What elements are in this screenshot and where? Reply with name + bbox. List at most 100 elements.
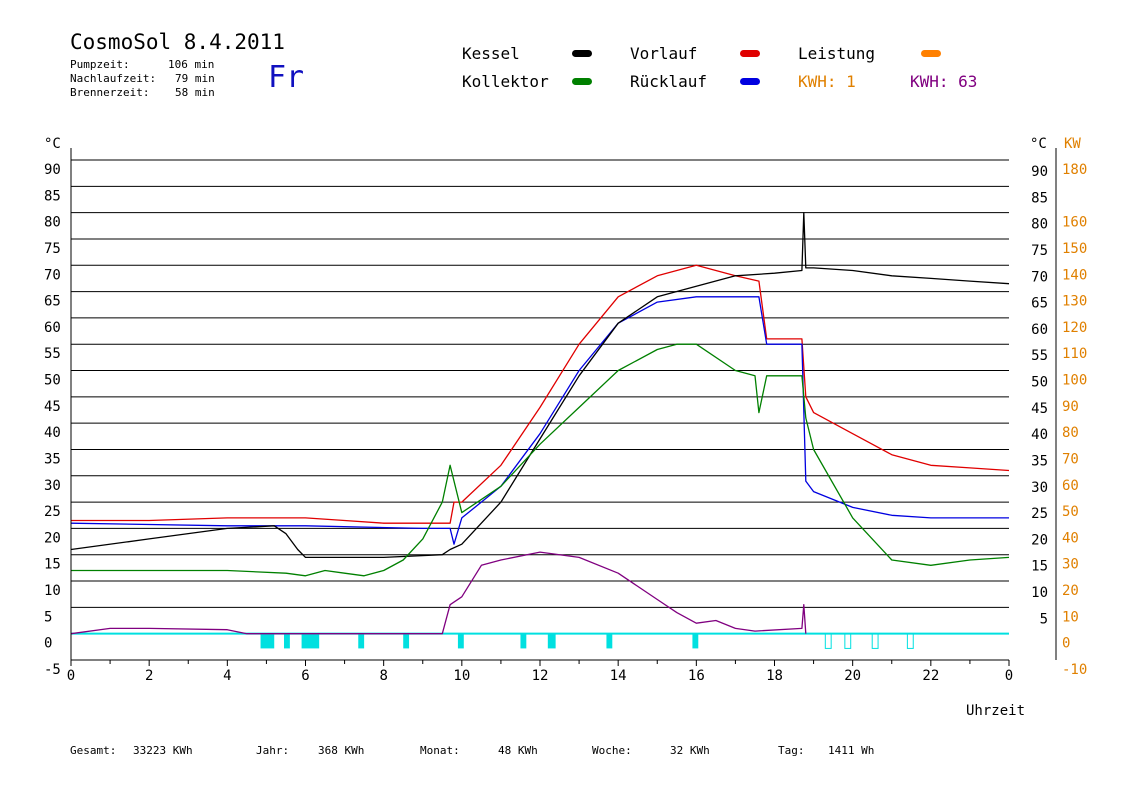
y-tick-label-left: 85 bbox=[44, 188, 61, 204]
y-tick-label-left: 5 bbox=[44, 609, 52, 625]
x-tick-label: 22 bbox=[922, 668, 939, 684]
y-tick-label-left: 55 bbox=[44, 346, 61, 362]
y-tick-label-right-temp: 20 bbox=[1031, 532, 1048, 548]
x-tick-label: 16 bbox=[688, 668, 705, 684]
y-tick-label-right-power: 60 bbox=[1062, 478, 1079, 494]
burner-period-bar bbox=[547, 633, 556, 649]
y-tick-label-right-power: 0 bbox=[1062, 636, 1070, 652]
y-tick-label-right-power: 80 bbox=[1062, 425, 1079, 441]
y-tick-label-left: 80 bbox=[44, 215, 61, 231]
y-tick-label-right-temp: 70 bbox=[1031, 269, 1048, 285]
temperature-chart: 0 2 4 6 8 10 12 14 16 18 20 22 090858075706560555045… bbox=[44, 136, 1087, 719]
y-tick-label-left: 20 bbox=[44, 530, 61, 546]
x-tick-label: 6 bbox=[301, 668, 309, 684]
footer-tag-label: Tag: bbox=[778, 744, 805, 757]
y-tick-label-right-power: 50 bbox=[1062, 504, 1079, 520]
y-tick-label-right-temp: 40 bbox=[1031, 427, 1048, 443]
y-tick-label-right-power: 40 bbox=[1062, 530, 1079, 546]
pump-period-bar bbox=[844, 633, 852, 649]
y-tick-label-right-temp: 75 bbox=[1031, 243, 1048, 259]
y-tick-label-right-temp: 80 bbox=[1031, 217, 1048, 233]
y-tick-label-right-power: 20 bbox=[1062, 583, 1079, 599]
y-tick-label-right-power: 160 bbox=[1062, 215, 1087, 231]
y-tick-label-left: 65 bbox=[44, 294, 61, 310]
y-tick-label-right-power: 90 bbox=[1062, 399, 1079, 415]
y-tick-label-right-power: 130 bbox=[1062, 294, 1087, 310]
x-axis-label: Uhrzeit bbox=[966, 703, 1025, 719]
footer-gesamt-label: Gesamt: bbox=[70, 744, 117, 757]
y-tick-label-right-power: 110 bbox=[1062, 346, 1087, 362]
pump-period-bar bbox=[906, 633, 914, 649]
x-tick-label: 4 bbox=[223, 668, 231, 684]
y-tick-label-right-temp: 50 bbox=[1031, 375, 1048, 391]
y-tick-label-left: 10 bbox=[44, 583, 61, 599]
y-unit-right-temp: °C bbox=[1030, 136, 1047, 152]
y-tick-label-right-power: 120 bbox=[1062, 320, 1087, 336]
y-tick-label-right-power: 140 bbox=[1062, 267, 1087, 283]
y-tick-label-left: 35 bbox=[44, 451, 61, 467]
y-unit-right-power: KW bbox=[1064, 136, 1081, 152]
y-tick-label-left: 30 bbox=[44, 478, 61, 494]
pump-period-bar bbox=[824, 633, 832, 649]
x-tick-label: 0 bbox=[1005, 668, 1013, 684]
period-bars bbox=[71, 632, 1009, 649]
y-tick-label-right-temp: 30 bbox=[1031, 480, 1048, 496]
axis-labels: 0 2 4 6 8 10 12 14 16 18 20 22 090858075706560555045… bbox=[44, 136, 1087, 719]
y-tick-label-left: 50 bbox=[44, 373, 61, 389]
y-tick-label-right-power: 30 bbox=[1062, 557, 1079, 573]
series-line-leistung bbox=[70, 551, 807, 635]
y-tick-label-right-power: 70 bbox=[1062, 451, 1079, 467]
series-line-vorlauf bbox=[71, 264, 1010, 524]
y-tick-label-right-temp: 15 bbox=[1031, 559, 1048, 575]
y-tick-label-right-temp: 65 bbox=[1031, 296, 1048, 312]
y-tick-label-left: 25 bbox=[44, 504, 61, 520]
footer-jahr-label: Jahr: bbox=[256, 744, 290, 757]
y-tick-label-left: 75 bbox=[44, 241, 61, 257]
burner-period-bar bbox=[284, 633, 290, 649]
x-tick-label: 8 bbox=[379, 668, 387, 684]
y-tick-label-left: 0 bbox=[44, 636, 52, 652]
y-tick-label-right-temp: 90 bbox=[1031, 164, 1048, 180]
burner-period-bar bbox=[260, 633, 275, 649]
y-tick-label-right-power: 100 bbox=[1062, 373, 1087, 389]
y-tick-label-right-temp: 25 bbox=[1031, 506, 1048, 522]
y-tick-label-left: -5 bbox=[44, 662, 61, 678]
x-tick-label: 0 bbox=[67, 668, 75, 684]
y-tick-label-right-temp: 35 bbox=[1031, 453, 1048, 469]
axes bbox=[70, 148, 1057, 666]
footer-gesamt-value: 33223 KWh bbox=[133, 744, 193, 757]
y-tick-label-right-power: 180 bbox=[1062, 162, 1087, 178]
burner-period-bar bbox=[606, 633, 613, 649]
pump-period-bar bbox=[871, 633, 879, 649]
burner-period-bar bbox=[520, 633, 527, 649]
burner-period-bar bbox=[457, 633, 464, 649]
series-line-kessel bbox=[70, 211, 1010, 559]
burner-period-bar bbox=[358, 633, 365, 649]
y-tick-label-right-power: 150 bbox=[1062, 241, 1087, 257]
footer-woche-label: Woche: bbox=[592, 744, 632, 757]
burner-period-bar bbox=[692, 633, 699, 649]
x-tick-label: 18 bbox=[766, 668, 783, 684]
footer-tag-value: 1411 Wh bbox=[828, 744, 875, 757]
x-tick-label: 14 bbox=[610, 668, 627, 684]
x-tick-label: 12 bbox=[532, 668, 549, 684]
y-tick-label-right-power: 10 bbox=[1062, 609, 1079, 625]
y-tick-label-right-temp: 85 bbox=[1031, 190, 1048, 206]
burner-period-bar bbox=[403, 633, 410, 649]
x-tick-label: 10 bbox=[453, 668, 470, 684]
x-tick-label: 20 bbox=[844, 668, 861, 684]
y-tick-label-right-temp: 55 bbox=[1031, 348, 1048, 364]
y-tick-label-right-temp: 5 bbox=[1040, 611, 1048, 627]
y-tick-label-right-power: -10 bbox=[1062, 662, 1087, 678]
y-tick-label-left: 15 bbox=[44, 557, 61, 573]
footer-monat-label: Monat: bbox=[420, 744, 460, 757]
series-line-rcklauf bbox=[70, 296, 1009, 545]
x-tick-label: 2 bbox=[145, 668, 153, 684]
grid bbox=[71, 159, 1009, 635]
y-tick-label-right-temp: 10 bbox=[1031, 585, 1048, 601]
y-unit-left: °C bbox=[44, 136, 61, 152]
y-tick-label-left: 70 bbox=[44, 267, 61, 283]
footer-jahr-value: 368 KWh bbox=[318, 744, 365, 757]
series-line-kollektor bbox=[71, 343, 1010, 577]
y-tick-label-right-temp: 60 bbox=[1031, 322, 1048, 338]
